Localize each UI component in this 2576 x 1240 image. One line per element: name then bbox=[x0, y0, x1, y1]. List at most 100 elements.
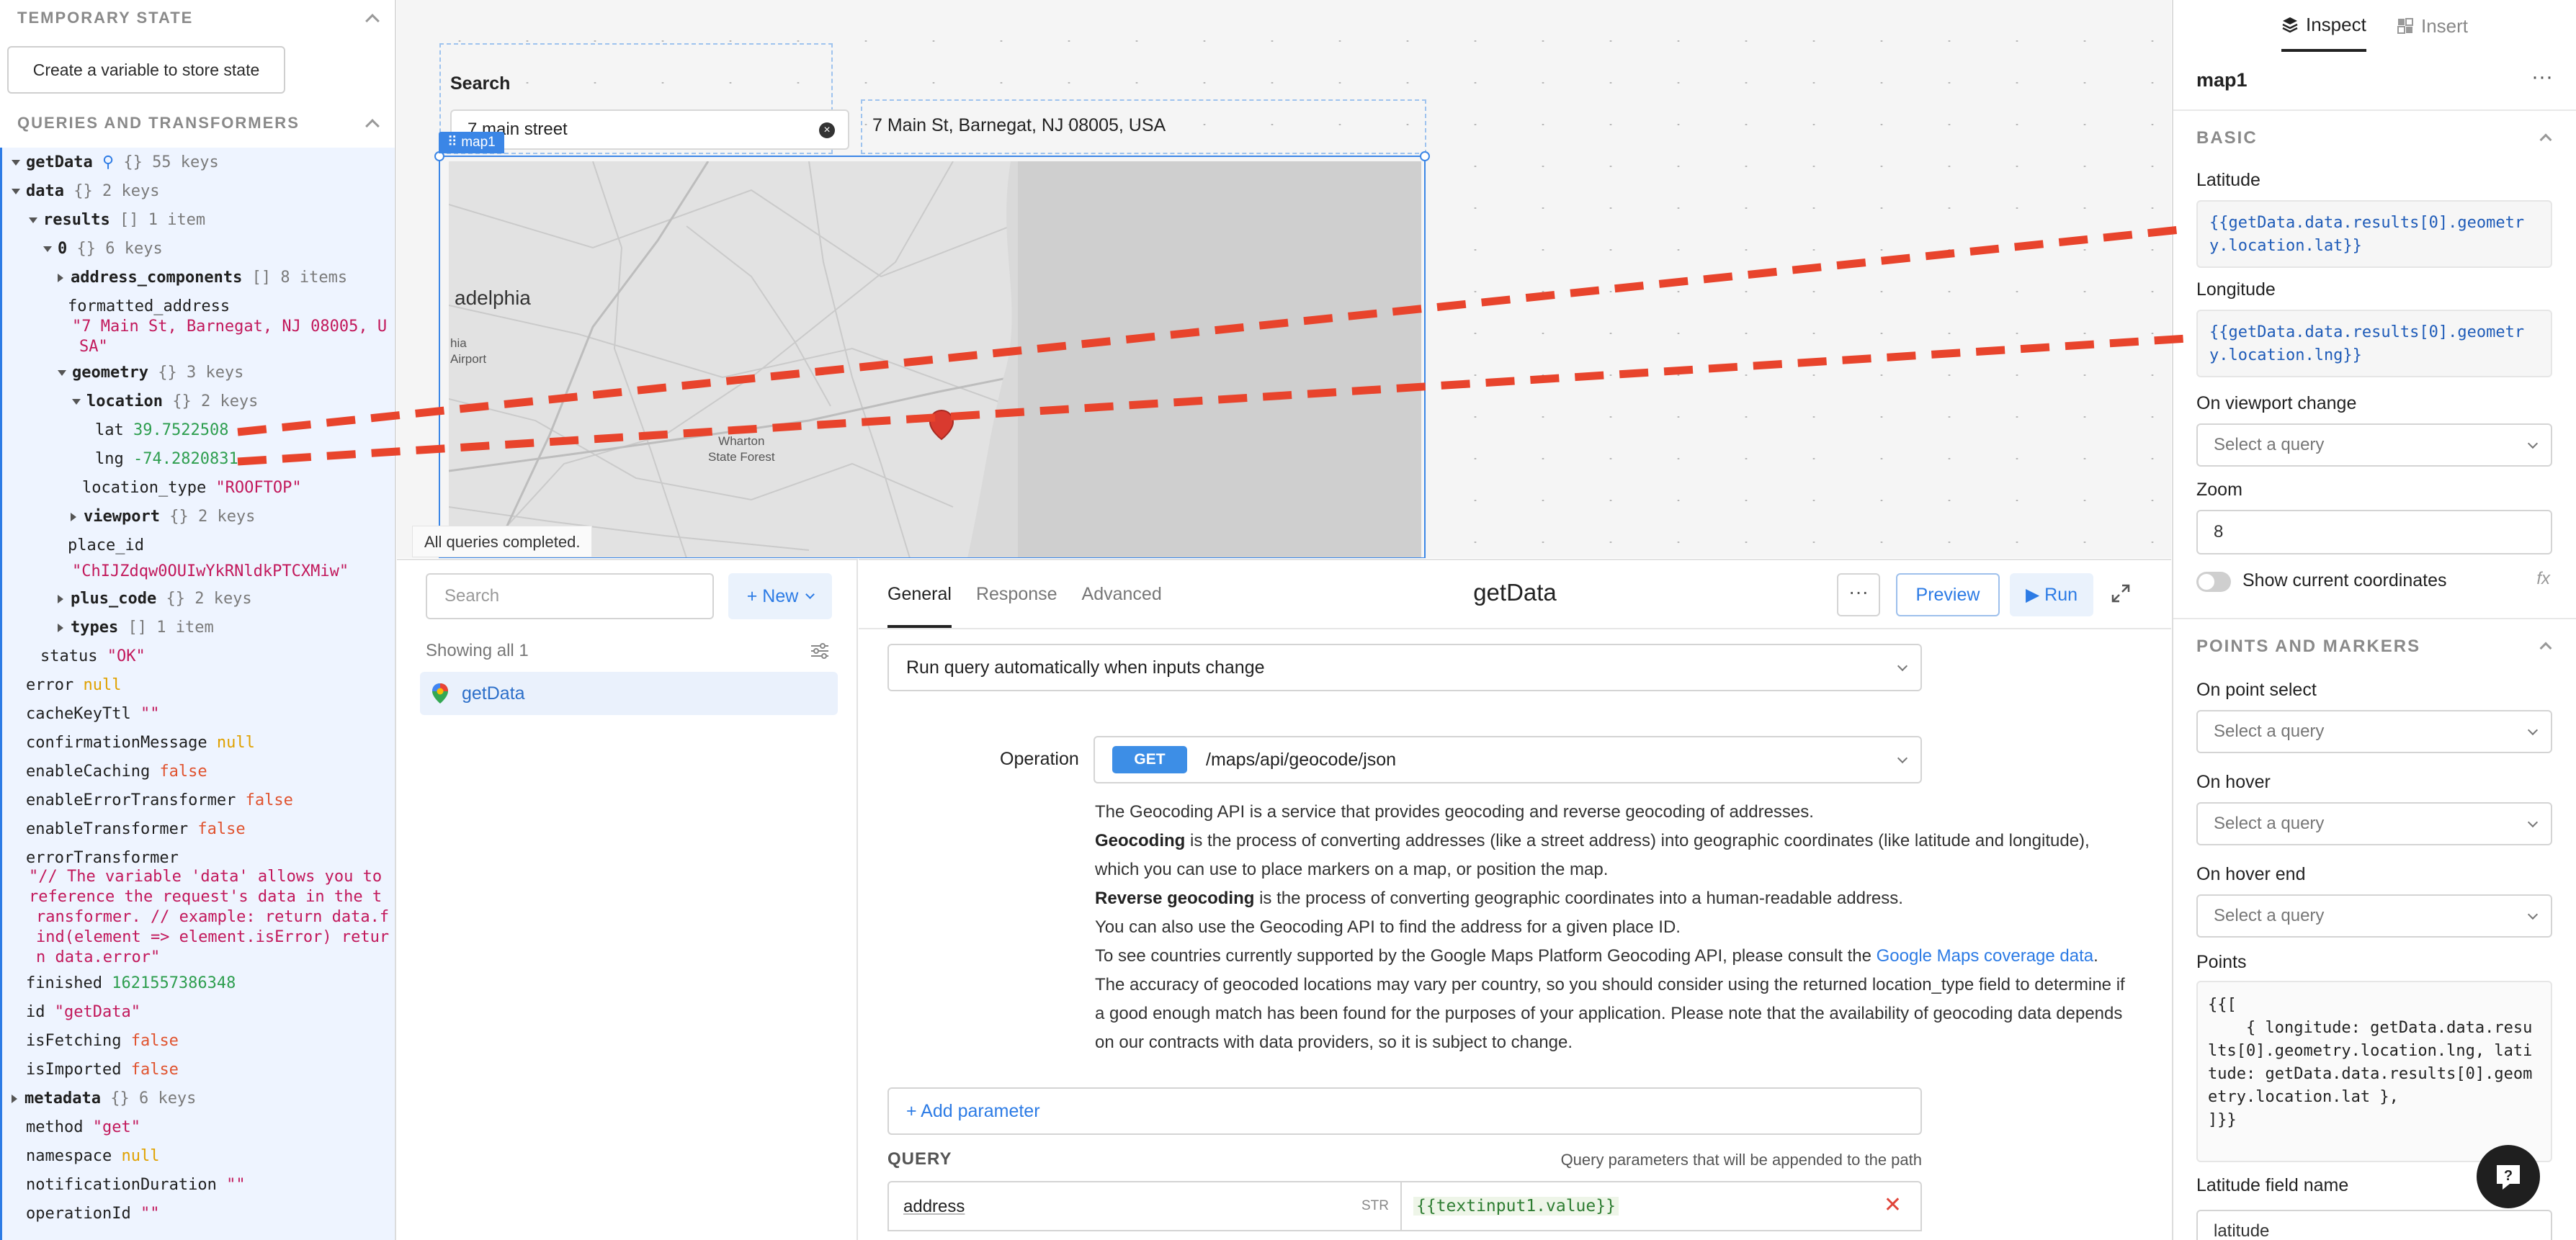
clear-icon[interactable]: × bbox=[819, 122, 835, 138]
help-button[interactable]: ? bbox=[2477, 1145, 2540, 1208]
chevron-right-icon[interactable] bbox=[71, 513, 76, 521]
chevron-down-icon[interactable] bbox=[12, 189, 20, 194]
zoom-label: Zoom bbox=[2196, 480, 2242, 500]
chevron-right-icon[interactable] bbox=[58, 595, 63, 603]
chevron-down-icon[interactable] bbox=[43, 246, 52, 252]
hover-select[interactable]: Select a query bbox=[2196, 802, 2552, 845]
longitude-label: Longitude bbox=[2196, 279, 2276, 300]
query-search-input[interactable]: Search bbox=[426, 573, 714, 619]
point-select-select[interactable]: Select a query bbox=[2196, 710, 2552, 753]
map-component-badge[interactable]: ⠿ map1 bbox=[439, 132, 504, 153]
tree-row: error null bbox=[26, 671, 121, 700]
collapse-chevron-icon[interactable] bbox=[2539, 133, 2552, 146]
component-more-icon[interactable]: ··· bbox=[2531, 65, 2553, 89]
tree-row[interactable]: metadata {} 6 keys bbox=[12, 1084, 196, 1113]
tree-key: method bbox=[26, 1118, 84, 1136]
hover-end-select[interactable]: Select a query bbox=[2196, 894, 2552, 938]
tree-boolean-value: false bbox=[130, 1032, 179, 1050]
more-options-button[interactable]: ··· bbox=[1837, 573, 1880, 616]
tree-row: enableErrorTransformer false bbox=[26, 786, 293, 815]
tree-row[interactable]: viewport {} 2 keys bbox=[71, 503, 255, 531]
tree-row[interactable]: getData ⚲ {} 55 keys bbox=[12, 148, 219, 177]
collapse-chevron-icon[interactable] bbox=[2539, 642, 2552, 655]
lat-field-input[interactable]: latitude bbox=[2196, 1210, 2552, 1240]
param-key[interactable]: address bbox=[903, 1197, 965, 1217]
collapse-chevron-icon[interactable] bbox=[365, 14, 380, 28]
viewport-change-select[interactable]: Select a query bbox=[2196, 423, 2552, 467]
tree-row[interactable]: location {} 2 keys bbox=[72, 387, 258, 416]
tree-row[interactable]: results [] 1 item bbox=[29, 206, 205, 235]
tree-key: geometry bbox=[72, 364, 148, 382]
chevron-right-icon[interactable] bbox=[12, 1095, 17, 1103]
component-name[interactable]: map1 bbox=[2196, 69, 2248, 91]
tree-row[interactable]: address_components [] 8 items bbox=[58, 264, 347, 292]
new-query-button[interactable]: + New bbox=[728, 573, 832, 619]
section-divider bbox=[2173, 618, 2576, 619]
chat-help-icon: ? bbox=[2497, 1165, 2520, 1190]
tree-boolean-value: false bbox=[245, 791, 293, 809]
tree-row: namespace null bbox=[26, 1142, 159, 1171]
trigger-select[interactable]: Run query automatically when inputs chan… bbox=[887, 644, 1922, 691]
tree-key: lat bbox=[95, 421, 124, 439]
preview-button[interactable]: Preview bbox=[1896, 573, 2000, 616]
collapse-chevron-icon[interactable] bbox=[365, 119, 380, 133]
temporary-state-header[interactable]: TEMPORARY STATE bbox=[0, 0, 395, 36]
chevron-down-icon[interactable] bbox=[12, 160, 20, 166]
tree-row[interactable]: types [] 1 item bbox=[58, 614, 214, 642]
param-value[interactable]: {{textinput1.value}} bbox=[1413, 1197, 1619, 1216]
create-variable-button[interactable]: Create a variable to store state bbox=[7, 46, 285, 94]
show-coordinates-toggle[interactable] bbox=[2196, 572, 2231, 592]
tree-key: confirmationMessage bbox=[26, 734, 207, 752]
tree-meta: {} 2 keys bbox=[73, 182, 160, 200]
queries-header[interactable]: QUERIES AND TRANSFORMERS bbox=[0, 105, 395, 141]
tree-string-value: SA" bbox=[79, 338, 108, 356]
basic-section-title: BASIC bbox=[2196, 128, 2258, 148]
inspector-panel: Inspect Insert map1 ··· BASIC Latitude {… bbox=[2172, 0, 2576, 1240]
search-input[interactable]: 7 main street × bbox=[450, 109, 849, 150]
latitude-input[interactable]: {{getData.data.results[0].geometry.locat… bbox=[2196, 200, 2552, 268]
expand-icon[interactable] bbox=[2111, 583, 2131, 603]
tree-row[interactable]: geometry {} 3 keys bbox=[58, 359, 243, 387]
tab-inspect[interactable]: Inspect bbox=[2281, 0, 2366, 52]
tree-string-value: "7 Main St, Barnegat, NJ 08005, U bbox=[72, 318, 388, 336]
show-coordinates-label: Show current coordinates bbox=[2242, 570, 2447, 590]
tree-row[interactable]: data {} 2 keys bbox=[12, 177, 159, 206]
query-icon: ⚲ bbox=[92, 153, 115, 171]
operation-select[interactable]: GET /maps/api/geocode/json bbox=[1094, 736, 1922, 783]
chevron-down-icon[interactable] bbox=[58, 370, 66, 376]
zoom-input[interactable]: 8 bbox=[2196, 510, 2552, 554]
fx-icon[interactable]: fx bbox=[2536, 569, 2550, 589]
delete-param-icon[interactable]: ✕ bbox=[1884, 1192, 1902, 1218]
filter-icon[interactable] bbox=[810, 641, 830, 661]
add-parameter-button[interactable]: + Add parameter bbox=[887, 1087, 1922, 1135]
tree-key: getData bbox=[26, 153, 93, 171]
resize-handle[interactable] bbox=[1420, 151, 1430, 161]
hover-select-value: Select a query bbox=[2214, 814, 2325, 833]
coverage-link[interactable]: Google Maps coverage data bbox=[1877, 946, 2094, 966]
tree-key: location_type bbox=[82, 479, 207, 497]
chevron-down-icon[interactable] bbox=[29, 217, 37, 223]
points-input[interactable]: {{[ { longitude: getData.data.results[0]… bbox=[2196, 981, 2552, 1162]
chevron-down-icon bbox=[1897, 752, 1908, 764]
longitude-input[interactable]: {{getData.data.results[0].geometry.locat… bbox=[2196, 310, 2552, 377]
tree-row: enableCaching false bbox=[26, 758, 207, 786]
chevron-down-icon[interactable] bbox=[72, 399, 81, 405]
tree-meta: {} 6 keys bbox=[76, 240, 163, 258]
tree-key: metadata bbox=[24, 1090, 101, 1108]
tree-null-value: null bbox=[83, 676, 122, 694]
tree-row[interactable]: 0 {} 6 keys bbox=[43, 235, 163, 264]
chevron-right-icon[interactable] bbox=[58, 624, 63, 632]
chevron-right-icon[interactable] bbox=[58, 274, 63, 282]
state-tree: getData ⚲ {} 55 keys data {} 2 keys result… bbox=[0, 148, 395, 1240]
tree-meta: {} 2 keys bbox=[172, 392, 259, 410]
toggle-knob bbox=[2199, 574, 2214, 590]
query-item-getdata[interactable]: getData bbox=[420, 672, 838, 715]
tab-insert[interactable]: Insert bbox=[2397, 0, 2468, 52]
tree-meta: [] 8 items bbox=[251, 269, 348, 287]
tree-row[interactable]: plus_code {} 2 keys bbox=[58, 585, 252, 614]
run-button[interactable]: ▶ Run bbox=[2010, 573, 2093, 616]
